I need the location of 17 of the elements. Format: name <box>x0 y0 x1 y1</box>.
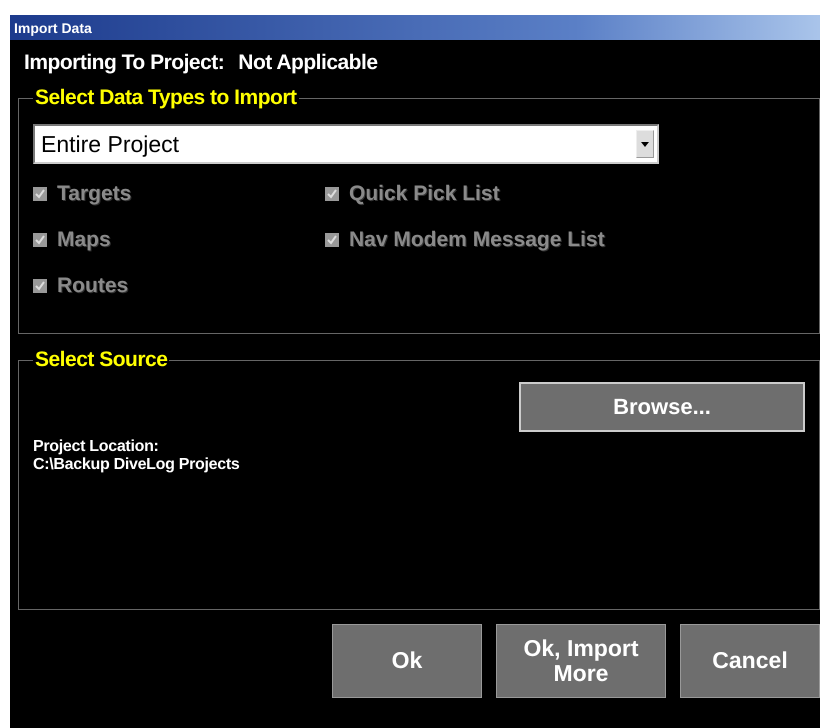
data-type-dropdown[interactable]: Entire Project <box>33 124 659 164</box>
checkbox-label: Routes <box>57 274 128 298</box>
project-label: Importing To Project: <box>24 51 224 75</box>
checkbox-label: Quick Pick List <box>349 182 500 206</box>
dialog-button[interactable]: Cancel <box>680 624 820 698</box>
checkbox-label: Maps <box>57 228 111 252</box>
group-legend: Select Data Types to Import <box>33 86 299 110</box>
group-legend: Select Source <box>33 348 170 372</box>
browse-button[interactable]: Browse... <box>519 382 805 432</box>
location-path: C:\Backup DiveLog Projects <box>33 456 240 474</box>
checkbox-label: Targets <box>57 182 132 206</box>
dialog-button[interactable]: Ok, Import More <box>496 624 666 698</box>
checkbox-label: Nav Modem Message List <box>349 228 605 252</box>
dialog-button[interactable]: Ok <box>332 624 482 698</box>
project-value: Not Applicable <box>238 51 378 75</box>
location-label: Project Location: <box>33 438 160 456</box>
window-title: Import Data <box>14 20 92 36</box>
